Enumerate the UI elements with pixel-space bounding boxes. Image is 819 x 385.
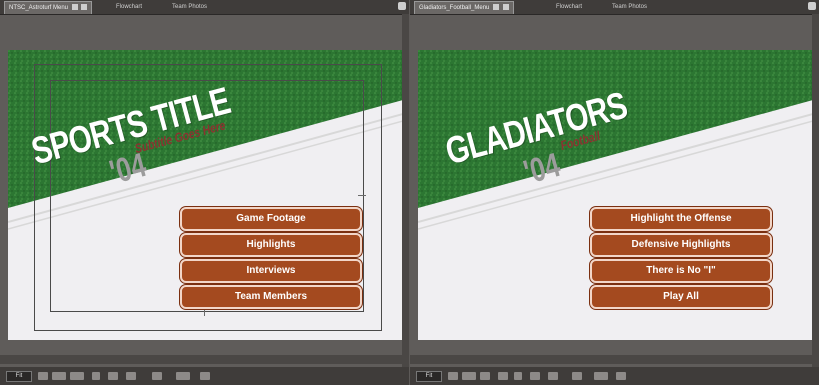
menu-button-4[interactable]: Team Members (180, 285, 362, 309)
tab-team-photos[interactable]: Team Photos (168, 1, 211, 13)
toolbar-button[interactable]: b (448, 372, 458, 380)
menu-button-2[interactable]: Defensive Highlights (590, 233, 772, 257)
menu-editor-panel-left: NTSC_Astroturf Menu v x Flowchart Team P… (0, 0, 409, 385)
tab-label: NTSC_Astroturf Menu (9, 5, 69, 11)
zoom-field[interactable]: Fit (416, 371, 442, 382)
tab-team-photos[interactable]: Team Photos (608, 1, 651, 13)
tab-close-icon[interactable]: x (81, 4, 88, 11)
toolbar-button[interactable]: b (514, 372, 522, 380)
toolbar-button[interactable]: b (176, 372, 190, 380)
toolbar-button[interactable]: b (548, 372, 558, 380)
toolbar-button[interactable]: b (108, 372, 118, 380)
toolbar-button[interactable]: b (92, 372, 100, 380)
toolbar-button[interactable]: b (616, 372, 626, 380)
menu-button-2[interactable]: Highlights (180, 233, 362, 257)
toolbar-button[interactable]: b (126, 372, 136, 380)
tab-flowchart[interactable]: Flowchart (552, 1, 586, 13)
zoom-field[interactable]: Fit (6, 371, 32, 382)
tab-close-icon[interactable]: x (502, 4, 509, 11)
horizontal-scrollbar[interactable] (0, 355, 402, 364)
toolbar-button[interactable]: b (70, 372, 84, 380)
menu-button-3[interactable]: There is No "I" (590, 259, 772, 283)
tab-flowchart[interactable]: Flowchart (112, 1, 146, 13)
menu-canvas: SPORTS TITLE Subtitle Goes Here '04 Game… (8, 50, 403, 340)
menu-button-1[interactable]: Game Footage (180, 207, 362, 231)
panel-menu-icon[interactable]: menu (808, 2, 816, 10)
tab-menu-document[interactable]: NTSC_Astroturf Menu v x (4, 1, 93, 14)
vertical-scrollbar[interactable] (812, 14, 819, 367)
toolbar-button[interactable]: b (200, 372, 210, 380)
menu-button-3[interactable]: Interviews (180, 259, 362, 283)
vertical-scrollbar[interactable] (402, 14, 409, 367)
tab-bar: Gladiators_Football_Menu v x Flowchart T… (410, 0, 819, 15)
toolbar-button[interactable]: b (38, 372, 48, 380)
toolbar-button[interactable]: b (52, 372, 66, 380)
tab-menu-icon[interactable]: v (493, 4, 500, 11)
menu-button-1[interactable]: Highlight the Offense (590, 207, 772, 231)
toolbar-button[interactable]: b (152, 372, 162, 380)
status-bar: Fit b b b b b b b b b b (410, 367, 819, 385)
horizontal-scrollbar[interactable] (410, 355, 812, 364)
toolbar-button[interactable]: b (480, 372, 490, 380)
toolbar-button[interactable]: b (462, 372, 476, 380)
crosshair-marker (204, 308, 205, 316)
tab-menu-document[interactable]: Gladiators_Football_Menu v x (414, 1, 514, 14)
panel-menu-icon[interactable]: menu (398, 2, 406, 10)
tab-menu-icon[interactable]: v (71, 4, 78, 11)
toolbar-button[interactable]: b (530, 372, 540, 380)
toolbar-button[interactable]: b (498, 372, 508, 380)
menu-editor-panel-right: Gladiators_Football_Menu v x Flowchart T… (410, 0, 819, 385)
tab-label: Gladiators_Football_Menu (419, 5, 490, 11)
tab-bar: NTSC_Astroturf Menu v x Flowchart Team P… (0, 0, 409, 15)
status-bar: Fit b b b b b b b b b (0, 367, 409, 385)
menu-button-4[interactable]: Play All (590, 285, 772, 309)
toolbar-button[interactable]: b (594, 372, 608, 380)
menu-canvas: GLADIATORS Football '04 Highlight the Of… (418, 50, 813, 340)
toolbar-button[interactable]: b (572, 372, 582, 380)
crosshair-marker (358, 195, 366, 196)
